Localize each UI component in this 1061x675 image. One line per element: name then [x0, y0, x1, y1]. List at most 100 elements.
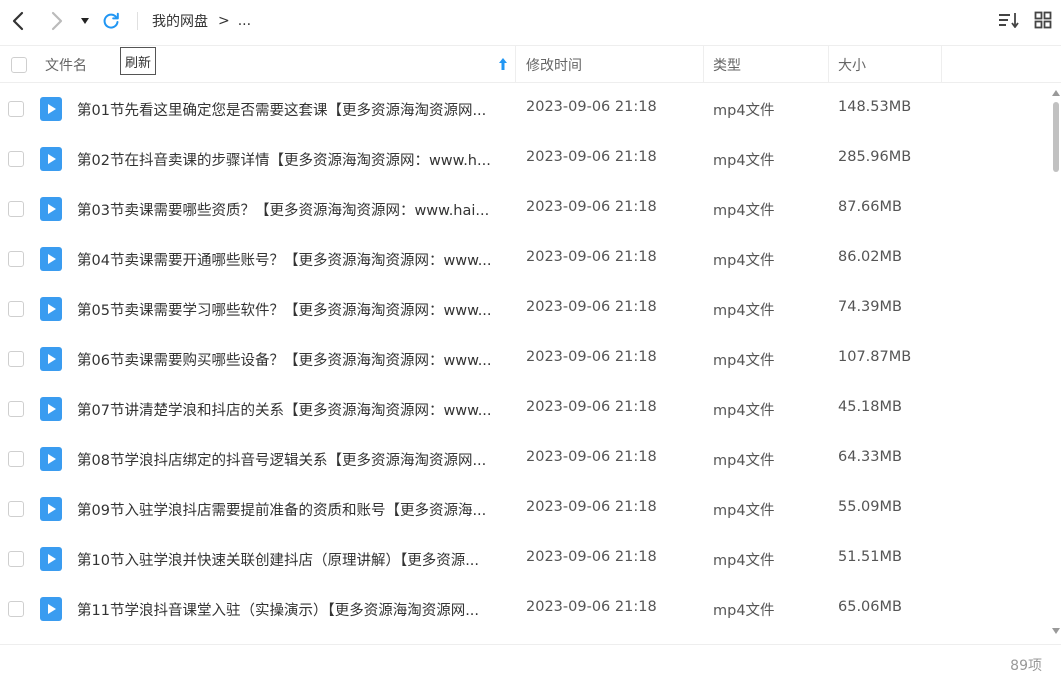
back-button[interactable]: [6, 8, 30, 34]
file-row[interactable]: 第03节卖课需要哪些资质？【更多资源海淘资源网：www.hai... 2023-0…: [0, 184, 1050, 234]
file-type: mp4文件: [713, 403, 775, 419]
file-row[interactable]: 第02节在抖音卖课的步骤详情【更多资源海淘资源网：www.h... 2023-09…: [0, 134, 1050, 184]
file-modified: 2023-09-06 21:18: [526, 299, 657, 315]
sort-icon: [998, 12, 1020, 32]
video-file-icon: [40, 347, 62, 371]
row-checkbox[interactable]: [8, 401, 24, 417]
file-name[interactable]: 第02节在抖音卖课的步骤详情【更多资源海淘资源网：www.h...: [77, 149, 507, 170]
column-name[interactable]: 文件名: [45, 46, 515, 83]
file-row[interactable]: 第11节学浪抖音课堂入驻（实操演示）【更多资源海淘资源网... 2023-09-0…: [0, 584, 1050, 634]
row-checkbox[interactable]: [8, 451, 24, 467]
scroll-up-arrow-icon[interactable]: [1052, 90, 1060, 96]
row-checkbox[interactable]: [8, 601, 24, 617]
forward-button[interactable]: [45, 8, 69, 34]
column-divider[interactable]: [703, 46, 704, 83]
file-size: 64.33MB: [838, 449, 902, 465]
column-modified[interactable]: 修改时间: [526, 46, 582, 83]
video-file-icon: [40, 297, 62, 321]
file-name[interactable]: 第05节卖课需要学习哪些软件？【更多资源海淘资源网：www...: [77, 299, 507, 320]
breadcrumb: 我的网盘 > ...: [138, 10, 251, 32]
vertical-scrollbar[interactable]: [1050, 84, 1061, 644]
select-all-checkbox[interactable]: [11, 46, 27, 83]
toolbar: 我的网盘 > ...: [0, 0, 1061, 44]
file-size: 74.39MB: [838, 299, 902, 315]
file-name[interactable]: 第04节卖课需要开通哪些账号？【更多资源海淘资源网：www...: [77, 249, 507, 270]
column-size[interactable]: 大小: [838, 46, 866, 83]
sort-button[interactable]: [997, 11, 1021, 33]
column-name-label: 文件名: [45, 57, 87, 74]
scroll-down-arrow-icon[interactable]: [1052, 628, 1060, 634]
column-header: 文件名 修改时间 类型 大小: [0, 45, 1061, 83]
file-name[interactable]: 第08节学浪抖店绑定的抖音号逻辑关系【更多资源海淘资源网...: [77, 449, 507, 470]
video-file-icon: [40, 247, 62, 271]
file-modified: 2023-09-06 21:18: [526, 599, 657, 615]
file-type: mp4文件: [713, 603, 775, 619]
scroll-thumb[interactable]: [1053, 102, 1059, 172]
file-size: 51.51MB: [838, 549, 902, 565]
checkbox[interactable]: [11, 56, 27, 73]
column-divider[interactable]: [828, 46, 829, 83]
file-row[interactable]: 第08节学浪抖店绑定的抖音号逻辑关系【更多资源海淘资源网... 2023-09-0…: [0, 434, 1050, 484]
row-checkbox[interactable]: [8, 351, 24, 367]
sort-ascending-icon: [498, 57, 508, 75]
refresh-button[interactable]: [99, 8, 123, 34]
file-modified: 2023-09-06 21:18: [526, 449, 657, 465]
file-modified: 2023-09-06 21:18: [526, 99, 657, 115]
video-file-icon: [40, 597, 62, 621]
refresh-icon: [102, 12, 120, 30]
file-name[interactable]: 第01节先看这里确定您是否需要这套课【更多资源海淘资源网...: [77, 99, 507, 120]
file-type: mp4文件: [713, 303, 775, 319]
file-name[interactable]: 第11节学浪抖音课堂入驻（实操演示）【更多资源海淘资源网...: [77, 599, 507, 620]
file-modified: 2023-09-06 21:18: [526, 199, 657, 215]
video-file-icon: [40, 97, 62, 121]
caret-down-icon: [80, 17, 90, 25]
file-modified: 2023-09-06 21:18: [526, 399, 657, 415]
file-name[interactable]: 第06节卖课需要购买哪些设备？【更多资源海淘资源网：www...: [77, 349, 507, 370]
row-checkbox[interactable]: [8, 251, 24, 267]
row-checkbox[interactable]: [8, 201, 24, 217]
file-name[interactable]: 第09节入驻学浪抖店需要提前准备的资质和账号【更多资源海...: [77, 499, 507, 520]
row-checkbox[interactable]: [8, 151, 24, 167]
breadcrumb-ellipsis[interactable]: ...: [238, 13, 251, 29]
video-file-icon: [40, 447, 62, 471]
file-type: mp4文件: [713, 453, 775, 469]
file-list: 第01节先看这里确定您是否需要这套课【更多资源海淘资源网... 2023-09-0…: [0, 84, 1050, 644]
column-divider[interactable]: [515, 46, 516, 83]
grid-view-icon: [1034, 11, 1052, 33]
file-row[interactable]: 第05节卖课需要学习哪些软件？【更多资源海淘资源网：www... 2023-09-…: [0, 284, 1050, 334]
refresh-tooltip: 刷新: [120, 47, 157, 75]
row-checkbox[interactable]: [8, 301, 24, 317]
video-file-icon: [40, 547, 62, 571]
file-modified: 2023-09-06 21:18: [526, 349, 657, 365]
file-type: mp4文件: [713, 103, 775, 119]
file-row[interactable]: 第06节卖课需要购买哪些设备？【更多资源海淘资源网：www... 2023-09-…: [0, 334, 1050, 384]
file-row[interactable]: 第04节卖课需要开通哪些账号？【更多资源海淘资源网：www... 2023-09-…: [0, 234, 1050, 284]
file-modified: 2023-09-06 21:18: [526, 499, 657, 515]
column-type[interactable]: 类型: [713, 46, 741, 83]
file-row[interactable]: 第01节先看这里确定您是否需要这套课【更多资源海淘资源网... 2023-09-0…: [0, 84, 1050, 134]
file-type: mp4文件: [713, 503, 775, 519]
history-dropdown-button[interactable]: [75, 8, 95, 34]
file-type: mp4文件: [713, 153, 775, 169]
file-size: 148.53MB: [838, 99, 912, 115]
file-size: 285.96MB: [838, 149, 912, 165]
file-type: mp4文件: [713, 253, 775, 269]
row-checkbox[interactable]: [8, 501, 24, 517]
file-size: 55.09MB: [838, 499, 902, 515]
file-row[interactable]: 第10节入驻学浪并快速关联创建抖店（原理讲解）【更多资源... 2023-09-0…: [0, 534, 1050, 584]
file-name[interactable]: 第07节讲清楚学浪和抖店的关系【更多资源海淘资源网：www...: [77, 399, 507, 420]
grid-view-button[interactable]: [1031, 11, 1055, 33]
column-modified-label: 修改时间: [526, 57, 582, 74]
file-modified: 2023-09-06 21:18: [526, 249, 657, 265]
row-checkbox[interactable]: [8, 551, 24, 567]
file-type: mp4文件: [713, 203, 775, 219]
file-row[interactable]: 第09节入驻学浪抖店需要提前准备的资质和账号【更多资源海... 2023-09-0…: [0, 484, 1050, 534]
row-checkbox[interactable]: [8, 101, 24, 117]
column-type-label: 类型: [713, 57, 741, 74]
breadcrumb-root[interactable]: 我的网盘: [152, 11, 208, 31]
file-name[interactable]: 第10节入驻学浪并快速关联创建抖店（原理讲解）【更多资源...: [77, 549, 507, 570]
file-name[interactable]: 第03节卖课需要哪些资质？【更多资源海淘资源网：www.hai...: [77, 199, 507, 220]
column-divider[interactable]: [941, 46, 942, 83]
file-row[interactable]: 第07节讲清楚学浪和抖店的关系【更多资源海淘资源网：www... 2023-09-…: [0, 384, 1050, 434]
file-size: 86.02MB: [838, 249, 902, 265]
